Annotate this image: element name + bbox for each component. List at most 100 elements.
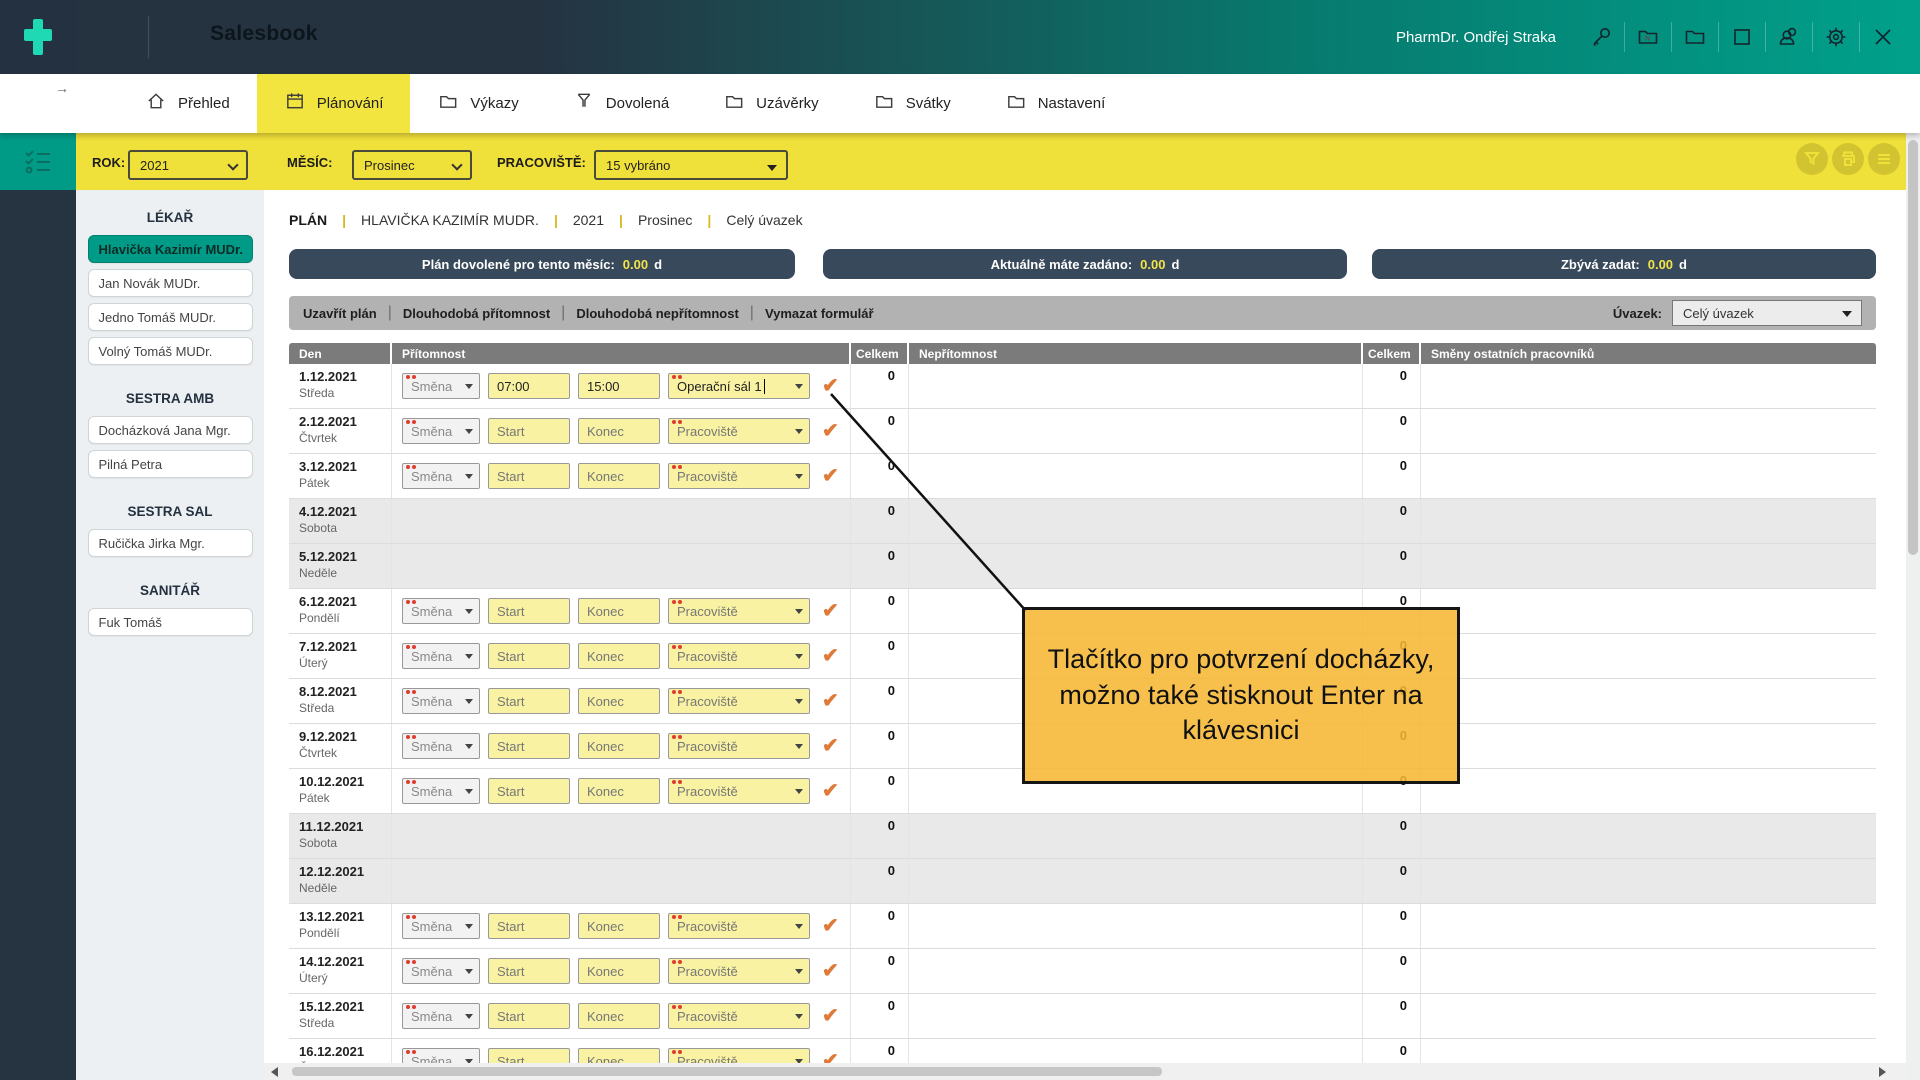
start-time-input[interactable]	[488, 733, 570, 759]
tab-planovani[interactable]: Plánování	[257, 74, 411, 133]
end-time-input[interactable]	[578, 643, 660, 669]
clear-form-button[interactable]: Vymazat formulář	[765, 306, 874, 321]
month-select[interactable]: Prosinec	[352, 150, 472, 180]
start-time-input[interactable]	[488, 598, 570, 624]
shift-select[interactable]: Směna	[402, 733, 480, 759]
staff-item[interactable]: Jedno Tomáš MUDr.	[88, 303, 253, 331]
close-icon[interactable]	[1860, 0, 1906, 74]
tab-dovolena[interactable]: Dovolená	[546, 74, 696, 133]
end-time-input[interactable]	[578, 418, 660, 444]
square-icon[interactable]	[1719, 0, 1765, 74]
tab-vykazy[interactable]: Výkazy	[410, 74, 545, 133]
tab-nastaveni[interactable]: Nastavení	[978, 74, 1133, 133]
end-time-input[interactable]	[578, 778, 660, 804]
start-time-input[interactable]	[488, 913, 570, 939]
confirm-attendance-button[interactable]: ✔	[822, 421, 839, 441]
start-time-input[interactable]	[488, 463, 570, 489]
confirm-attendance-button[interactable]: ✔	[822, 916, 839, 936]
vertical-scrollbar[interactable]	[1906, 133, 1920, 1080]
staff-item[interactable]: Fuk Tomáš	[88, 608, 253, 636]
confirm-attendance-button[interactable]: ✔	[822, 376, 839, 396]
folder-n-icon[interactable]: N	[1625, 0, 1671, 74]
confirm-attendance-button[interactable]: ✔	[822, 961, 839, 981]
confirm-attendance-button[interactable]: ✔	[822, 736, 839, 756]
staff-item[interactable]: Jan Novák MUDr.	[88, 269, 253, 297]
key-icon[interactable]	[1578, 0, 1624, 74]
start-time-input[interactable]	[488, 688, 570, 714]
shift-select[interactable]: Směna	[402, 373, 480, 399]
shift-select[interactable]: Směna	[402, 643, 480, 669]
close-plan-button[interactable]: Uzavřít plán	[303, 306, 377, 321]
confirm-attendance-button[interactable]: ✔	[822, 646, 839, 666]
workplace-select[interactable]: 15 vybráno	[594, 150, 788, 180]
staff-item[interactable]: Docházková Jana Mgr.	[88, 416, 253, 444]
longterm-absence-button[interactable]: Dlouhodobá nepřítomnost	[576, 306, 738, 321]
workplace-select[interactable]: Pracoviště	[668, 958, 810, 984]
year-select[interactable]: 2021	[128, 150, 248, 180]
confirm-attendance-button[interactable]: ✔	[822, 691, 839, 711]
back-arrow-icon[interactable]: →	[55, 80, 69, 96]
start-time-input[interactable]	[488, 643, 570, 669]
workplace-select[interactable]: Pracoviště	[668, 1003, 810, 1029]
workplace-select[interactable]: Pracoviště	[668, 598, 810, 624]
longterm-presence-button[interactable]: Dlouhodobá přítomnost	[403, 306, 550, 321]
day-cell: 14.12.2021Úterý	[289, 949, 392, 993]
scroll-left-icon[interactable]	[271, 1067, 278, 1077]
confirm-attendance-button[interactable]: ✔	[822, 781, 839, 801]
scroll-right-icon[interactable]	[1879, 1067, 1886, 1077]
end-time-input[interactable]	[578, 373, 660, 399]
end-time-input[interactable]	[578, 598, 660, 624]
folder-icon[interactable]	[1672, 0, 1718, 74]
start-time-input[interactable]	[488, 1003, 570, 1029]
tab-svatky[interactable]: Svátky	[846, 74, 978, 133]
tab-prehled[interactable]: Přehled	[118, 74, 257, 133]
shift-select[interactable]: Směna	[402, 418, 480, 444]
shift-select[interactable]: Směna	[402, 1003, 480, 1029]
start-time-input[interactable]	[488, 778, 570, 804]
end-time-input[interactable]	[578, 688, 660, 714]
end-time-input[interactable]	[578, 463, 660, 489]
horizontal-scrollbar-thumb[interactable]	[292, 1067, 1162, 1076]
staff-item[interactable]: Pilná Petra	[88, 450, 253, 478]
end-time-input[interactable]	[578, 1003, 660, 1029]
shift-select[interactable]: Směna	[402, 598, 480, 624]
end-time-input[interactable]	[578, 958, 660, 984]
contract-select[interactable]: Celý úvazek	[1672, 300, 1862, 326]
staff-item[interactable]: Volný Tomáš MUDr.	[88, 337, 253, 365]
staff-item[interactable]: Ručička Jirka Mgr.	[88, 529, 253, 557]
required-marker	[672, 960, 676, 964]
shift-select[interactable]: Směna	[402, 913, 480, 939]
workplace-select[interactable]: Operační sál 1	[668, 373, 810, 399]
workplace-select[interactable]: Pracoviště	[668, 643, 810, 669]
end-time-input[interactable]	[578, 733, 660, 759]
workplace-select[interactable]: Pracoviště	[668, 733, 810, 759]
sidebar-toggle[interactable]	[0, 133, 76, 190]
day-cell: 12.12.2021Neděle	[289, 859, 392, 903]
start-time-input[interactable]	[488, 958, 570, 984]
confirm-attendance-button[interactable]: ✔	[822, 601, 839, 621]
absence-cell	[909, 544, 1363, 588]
print-button[interactable]	[1832, 143, 1864, 175]
workplace-select[interactable]: Pracoviště	[668, 688, 810, 714]
confirm-attendance-button[interactable]: ✔	[822, 466, 839, 486]
gear-icon[interactable]	[1813, 0, 1859, 74]
shift-select[interactable]: Směna	[402, 688, 480, 714]
filter-icon-button[interactable]	[1796, 143, 1828, 175]
vertical-scrollbar-thumb[interactable]	[1908, 140, 1918, 555]
users-icon[interactable]	[1766, 0, 1812, 74]
menu-button[interactable]	[1868, 143, 1900, 175]
shift-select[interactable]: Směna	[402, 463, 480, 489]
tab-uzaverky[interactable]: Uzávěrky	[696, 74, 846, 133]
workplace-select[interactable]: Pracoviště	[668, 418, 810, 444]
start-time-input[interactable]	[488, 418, 570, 444]
workplace-select[interactable]: Pracoviště	[668, 463, 810, 489]
workplace-select[interactable]: Pracoviště	[668, 913, 810, 939]
shift-select[interactable]: Směna	[402, 778, 480, 804]
horizontal-scrollbar[interactable]	[264, 1063, 1906, 1080]
end-time-input[interactable]	[578, 913, 660, 939]
shift-select[interactable]: Směna	[402, 958, 480, 984]
workplace-select[interactable]: Pracoviště	[668, 778, 810, 804]
staff-item[interactable]: Hlavička Kazimír MUDr.	[88, 235, 253, 263]
start-time-input[interactable]	[488, 373, 570, 399]
confirm-attendance-button[interactable]: ✔	[822, 1006, 839, 1026]
